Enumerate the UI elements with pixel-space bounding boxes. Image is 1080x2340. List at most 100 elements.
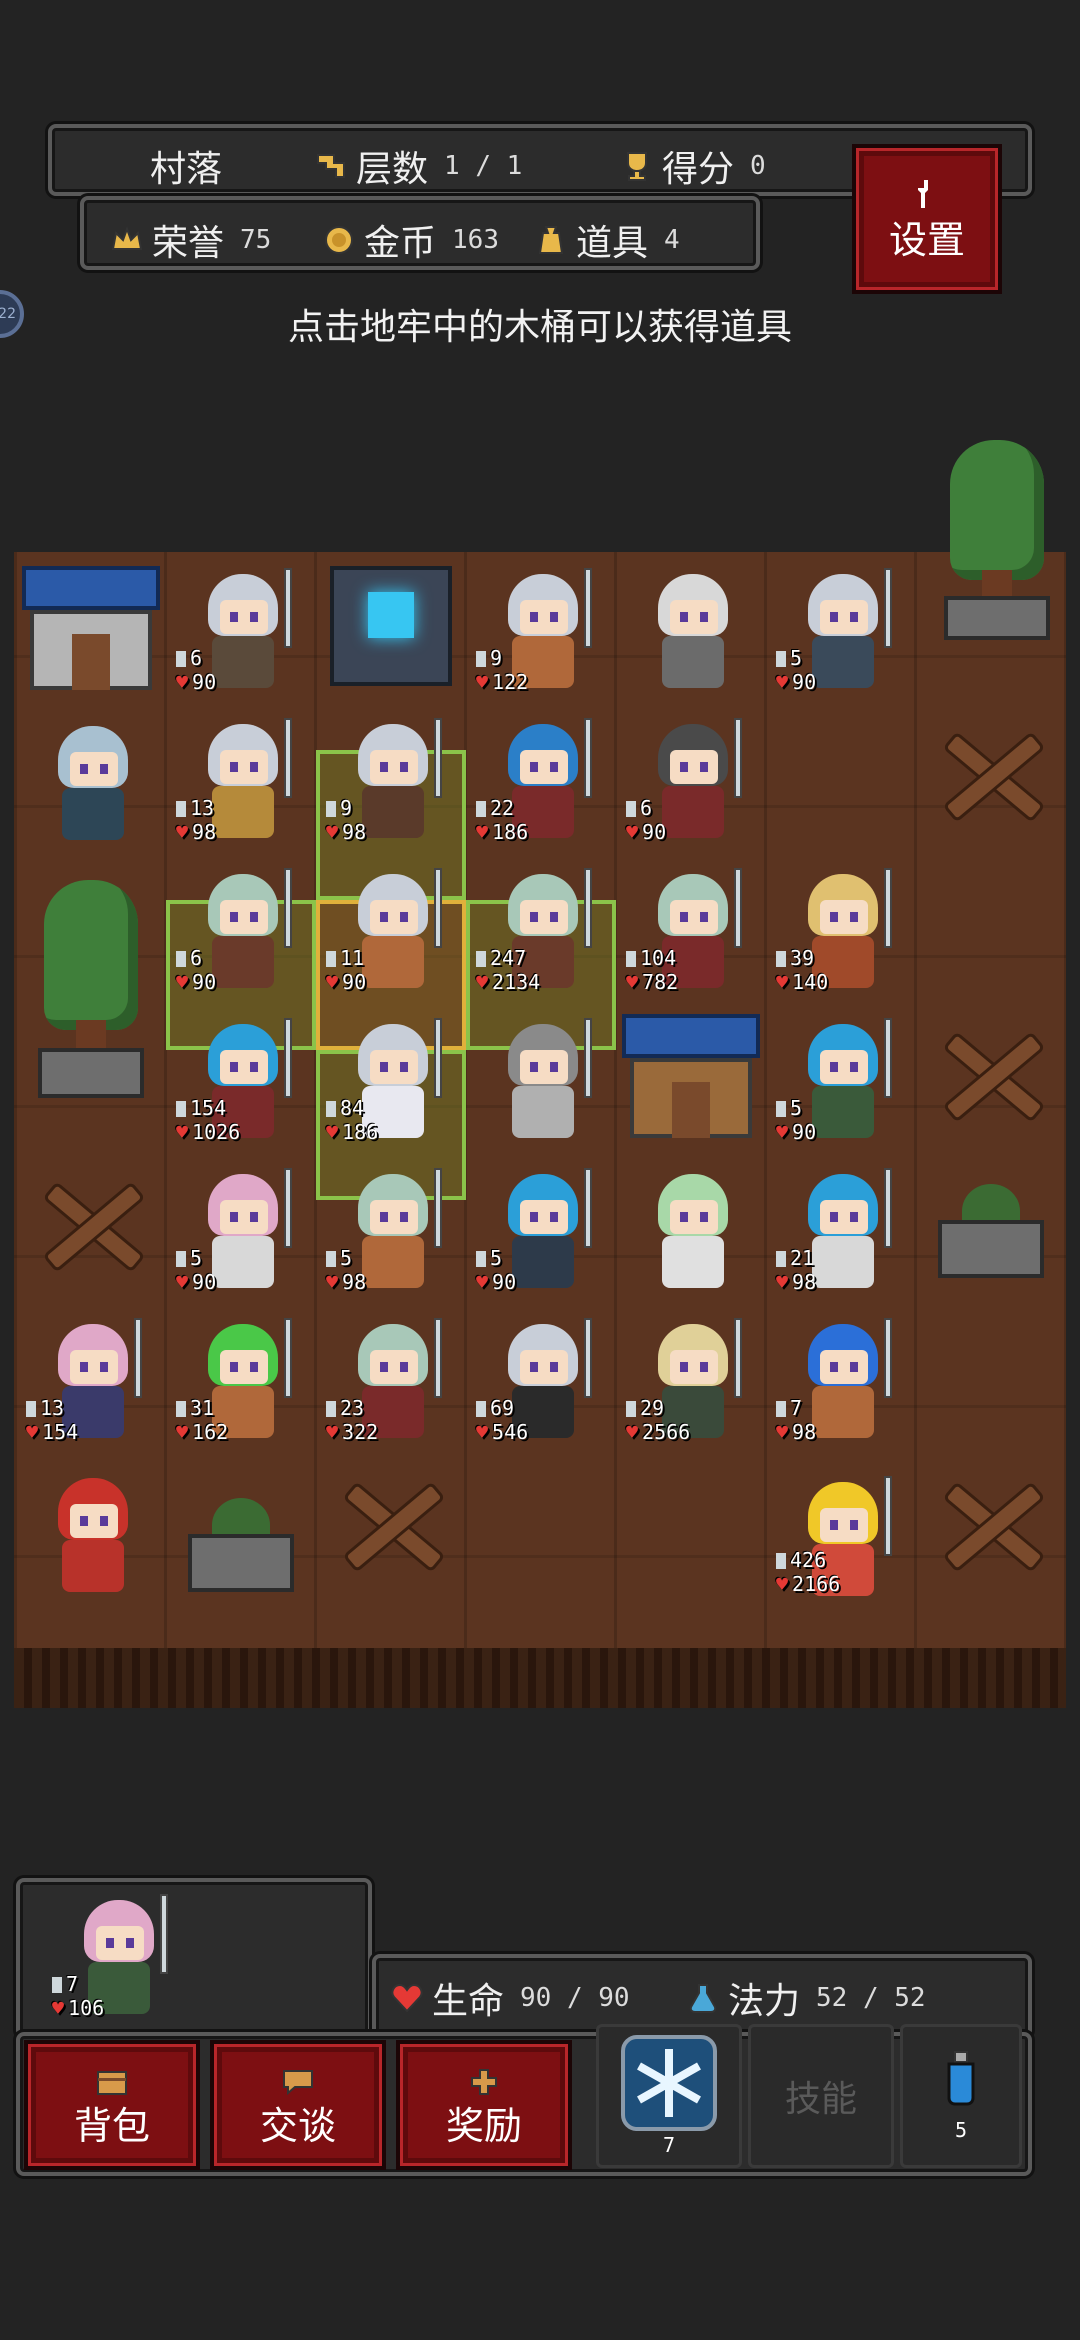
unit-health: 186: [476, 820, 528, 844]
priest-npc[interactable]: [16, 712, 166, 862]
house-roof: [622, 1014, 760, 1058]
hero-unit[interactable]: 11 90: [316, 860, 466, 1010]
unit-attack: 426: [776, 1548, 826, 1572]
unit-attack: 6: [626, 796, 652, 820]
hero-unit[interactable]: 21 98: [766, 1160, 916, 1310]
unit-attack: 21: [776, 1246, 814, 1270]
hero-unit[interactable]: 9 98: [316, 710, 466, 860]
settings-label: 设置: [888, 217, 965, 262]
player-attack: 7: [52, 1972, 78, 1996]
knight-npc[interactable]: [466, 1010, 616, 1160]
elder-npc[interactable]: [616, 560, 766, 710]
potion-slot[interactable]: 5: [900, 2024, 1022, 2168]
unit-health: 186: [326, 1120, 378, 1144]
items-value: 4: [664, 225, 680, 255]
crossed-sticks-obstacle: [916, 700, 1066, 850]
unit-attack: 5: [776, 1096, 802, 1120]
hero-unit[interactable]: 5 90: [166, 1160, 316, 1310]
unit-attack: 9: [326, 796, 352, 820]
crossed-sticks-obstacle: [16, 1150, 166, 1300]
hero-unit[interactable]: 5 90: [766, 1010, 916, 1160]
skill-slot-empty[interactable]: 技能: [748, 2024, 894, 2168]
tree-obstacle: [922, 440, 1072, 700]
player-health: 106: [52, 1996, 104, 2020]
hero-unit[interactable]: 6 90: [616, 710, 766, 860]
hero-unit[interactable]: 39 140: [766, 860, 916, 1010]
crossed-sticks-obstacle: [316, 1450, 466, 1600]
items-stat: 道具 4: [534, 214, 680, 266]
gold-label: 金币: [364, 223, 437, 264]
hero-unit[interactable]: 6 90: [166, 860, 316, 1010]
hero-unit[interactable]: 22 186: [466, 710, 616, 860]
unit-attack: 6: [176, 646, 202, 670]
life-label: 生命: [432, 1981, 505, 2022]
hero-unit[interactable]: 13 154: [16, 1310, 166, 1460]
skill-slot-ice[interactable]: 7: [596, 2024, 742, 2168]
settings-button[interactable]: 设置: [852, 144, 1002, 294]
unit-attack: 247: [476, 946, 526, 970]
hero-unit[interactable]: 23 322: [316, 1310, 466, 1460]
bag-icon: [534, 223, 568, 257]
unit-health: 90: [776, 1120, 816, 1144]
red-hood-npc[interactable]: [16, 1464, 166, 1614]
skill-label: 技能: [784, 2079, 857, 2120]
unit-health: 546: [476, 1420, 528, 1444]
unit-attack: 84: [326, 1096, 364, 1120]
bag-button[interactable]: 背包: [24, 2040, 200, 2170]
unit-attack: 22: [476, 796, 514, 820]
hero-unit[interactable]: 69 546: [466, 1310, 616, 1460]
hero-unit[interactable]: 426 2166: [766, 1468, 916, 1618]
unit-health: 2566: [626, 1420, 690, 1444]
honor-label: 荣誉: [152, 223, 225, 264]
trophy-icon: [620, 149, 654, 183]
unit-attack: 29: [626, 1396, 664, 1420]
hero-unit[interactable]: 84 186: [316, 1010, 466, 1160]
score-stat: 得分 0: [620, 140, 766, 192]
score-label: 得分: [662, 149, 735, 190]
hero-unit[interactable]: 29 2566: [616, 1310, 766, 1460]
chest-icon: [95, 2061, 129, 2095]
unit-health: 98: [326, 1270, 366, 1294]
church-roof: [22, 566, 160, 610]
hero-unit[interactable]: 5 90: [466, 1160, 616, 1310]
hero-unit[interactable]: 154 1026: [166, 1010, 316, 1160]
hero-unit[interactable]: 5 90: [766, 560, 916, 710]
mana-label: 法力: [728, 1981, 801, 2022]
player-unit[interactable]: 7 106: [42, 1886, 192, 2036]
reward-button[interactable]: 奖励: [396, 2040, 572, 2170]
unit-attack: 39: [776, 946, 814, 970]
unit-attack: 23: [326, 1396, 364, 1420]
hero-unit[interactable]: 104 782: [616, 860, 766, 1010]
snowflake-icon: [621, 2035, 717, 2131]
hero-unit[interactable]: 247 2134: [466, 860, 616, 1010]
talk-button[interactable]: 交谈: [210, 2040, 386, 2170]
villager-npc[interactable]: [616, 1160, 766, 1310]
hero-unit[interactable]: 6 90: [166, 560, 316, 710]
unit-health: 2134: [476, 970, 540, 994]
hero-unit[interactable]: 9 122: [466, 560, 616, 710]
potion-icon: [941, 2050, 981, 2110]
unit-attack: 6: [176, 946, 202, 970]
house-building[interactable]: [616, 1000, 766, 1150]
gold-value: 163: [452, 225, 499, 255]
gold-stat: 金币 163: [322, 214, 499, 266]
hero-unit[interactable]: 5 98: [316, 1160, 466, 1310]
mana-value: 52 / 52: [816, 1983, 926, 2013]
hero-unit[interactable]: 31 162: [166, 1310, 316, 1460]
unit-attack: 5: [776, 646, 802, 670]
tree-obstacle: [16, 880, 166, 1150]
unit-attack: 154: [176, 1096, 226, 1120]
hero-unit[interactable]: 7 98: [766, 1310, 916, 1460]
potted-plant-obstacle: [166, 1464, 316, 1614]
heart-icon: [390, 1981, 424, 2015]
church-building[interactable]: [16, 552, 166, 702]
hero-unit[interactable]: 13 98: [166, 710, 316, 860]
skill-count: 7: [662, 2133, 676, 2157]
talk-label: 交谈: [259, 2103, 336, 2148]
honor-value: 75: [240, 225, 272, 255]
hint-text: 点击地牢中的木桶可以获得道具: [287, 307, 792, 348]
unit-health: 140: [776, 970, 828, 994]
unit-health: 98: [776, 1420, 816, 1444]
unit-attack: 9: [476, 646, 502, 670]
portal-gate[interactable]: [316, 552, 466, 702]
